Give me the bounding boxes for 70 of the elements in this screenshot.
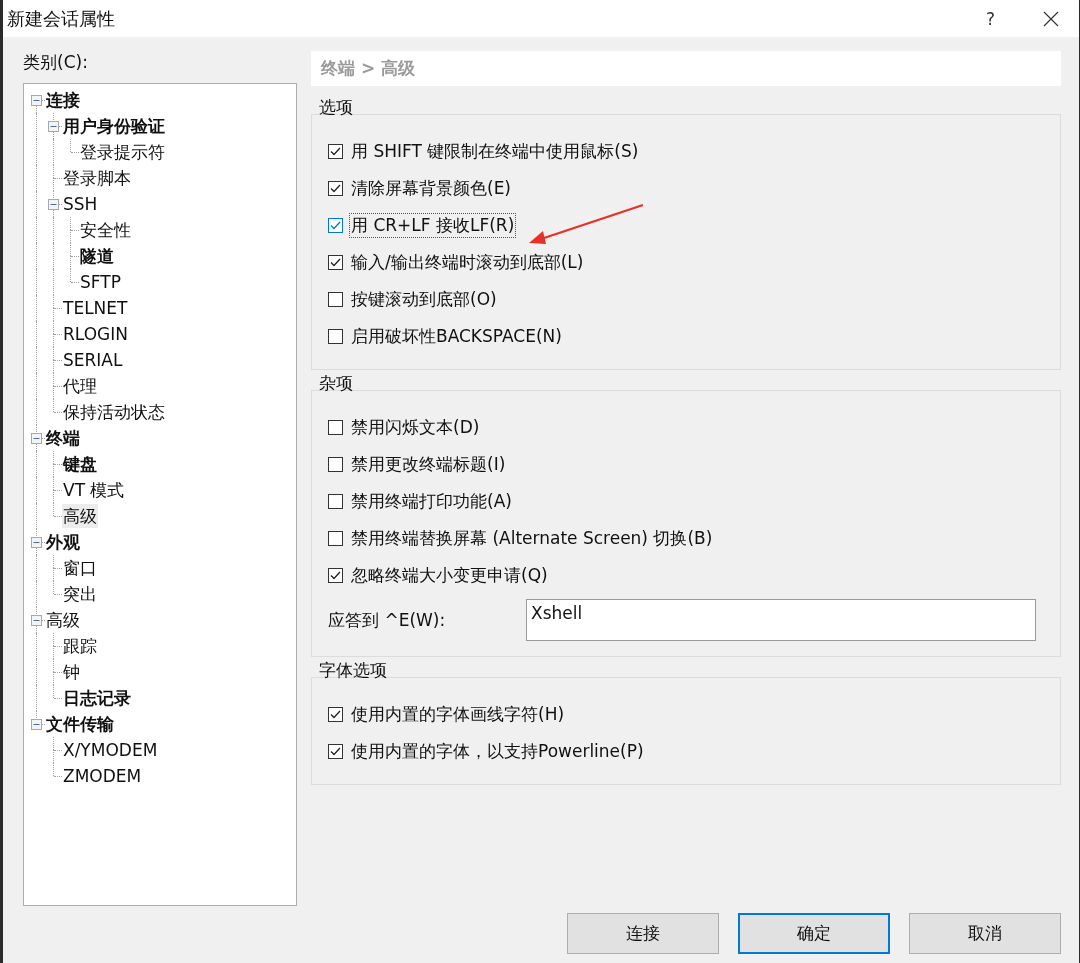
tree-item[interactable]: SFTP: [79, 270, 122, 294]
option-label: 禁用终端替换屏幕 (Alternate Screen) 切换(B): [350, 527, 714, 550]
checkbox[interactable]: [328, 292, 343, 307]
tree-item[interactable]: VT 模式: [62, 478, 126, 502]
collapse-icon[interactable]: [31, 433, 42, 444]
field-label: 应答到 ^E(W):: [328, 608, 447, 632]
answerback-field[interactable]: Xshell: [526, 599, 1036, 641]
tree-item[interactable]: SERIAL: [62, 348, 124, 372]
tree-item[interactable]: RLOGIN: [62, 322, 129, 346]
breadcrumb: 终端 > 高级: [311, 51, 1061, 86]
tree-item[interactable]: 窗口: [62, 556, 98, 580]
tree-item[interactable]: 跟踪: [62, 634, 98, 658]
tree-item[interactable]: 用户身份验证: [62, 114, 166, 138]
tree-item[interactable]: 日志记录: [62, 686, 132, 710]
tree-item[interactable]: 突出: [62, 582, 98, 606]
tree-item[interactable]: 键盘: [62, 452, 98, 476]
checkbox[interactable]: [328, 531, 343, 546]
option-label: 禁用闪烁文本(D): [350, 416, 481, 439]
tree-item[interactable]: 保持活动状态: [62, 400, 166, 424]
tree-item[interactable]: 安全性: [79, 218, 132, 242]
checkbox[interactable]: [328, 568, 343, 583]
tree-item[interactable]: 高级: [45, 608, 81, 632]
checkbox[interactable]: [328, 494, 343, 509]
collapse-icon[interactable]: [31, 615, 42, 626]
checkbox[interactable]: [328, 144, 343, 159]
option-label: 禁用更改终端标题(I): [350, 453, 507, 476]
dialog-button[interactable]: 确定: [738, 913, 890, 954]
option-label: 使用内置的字体画线字符(H): [350, 703, 566, 726]
collapse-icon[interactable]: [48, 199, 59, 210]
dialog-button[interactable]: 取消: [909, 913, 1061, 954]
dialog-button[interactable]: 连接: [567, 913, 719, 954]
help-button[interactable]: ?: [985, 8, 995, 29]
checkbox[interactable]: [328, 457, 343, 472]
tree-item[interactable]: 高级: [62, 504, 98, 528]
option-label: 使用内置的字体，以支持Powerline(P): [350, 740, 645, 763]
option-label: 用 SHIFT 键限制在终端中使用鼠标(S): [350, 140, 640, 163]
tree-item[interactable]: TELNET: [62, 296, 129, 320]
tree-item[interactable]: 登录提示符: [79, 140, 166, 164]
option-label: 输入/输出终端时滚动到底部(L): [350, 251, 585, 274]
option-label: 按键滚动到底部(O): [350, 288, 498, 311]
tree-item[interactable]: ZMODEM: [62, 764, 143, 788]
tree-item[interactable]: X/YMODEM: [62, 738, 159, 762]
checkbox[interactable]: [328, 218, 343, 233]
tree-item[interactable]: 外观: [45, 530, 81, 554]
collapse-icon[interactable]: [31, 719, 42, 730]
tree-item[interactable]: 代理: [62, 374, 98, 398]
tree-item[interactable]: 文件传输: [45, 712, 115, 736]
close-icon[interactable]: [1043, 10, 1059, 27]
tree-item[interactable]: 钟: [62, 660, 81, 684]
checkbox[interactable]: [328, 420, 343, 435]
collapse-icon[interactable]: [31, 95, 42, 106]
tree-item[interactable]: 隧道: [79, 244, 115, 268]
tree-item[interactable]: SSH: [62, 192, 99, 216]
category-label: 类别(C):: [23, 51, 89, 74]
checkbox[interactable]: [328, 255, 343, 270]
checkbox[interactable]: [328, 744, 343, 759]
checkbox[interactable]: [328, 329, 343, 344]
window-title: 新建会话属性: [7, 6, 116, 31]
option-label: 禁用终端打印功能(A): [350, 490, 513, 513]
option-label: 用 CR+LF 接收LF(R): [349, 213, 517, 238]
tree-item[interactable]: 连接: [45, 88, 81, 112]
option-label: 清除屏幕背景颜色(E): [350, 177, 512, 200]
option-label: 启用破坏性BACKSPACE(N): [350, 325, 563, 348]
tree-item[interactable]: 终端: [45, 426, 81, 450]
collapse-icon[interactable]: [31, 537, 42, 548]
checkbox[interactable]: [328, 181, 343, 196]
tree-item[interactable]: 登录脚本: [62, 166, 132, 190]
option-label: 忽略终端大小变更申请(Q): [350, 564, 549, 587]
collapse-icon[interactable]: [48, 121, 59, 132]
checkbox[interactable]: [328, 707, 343, 722]
